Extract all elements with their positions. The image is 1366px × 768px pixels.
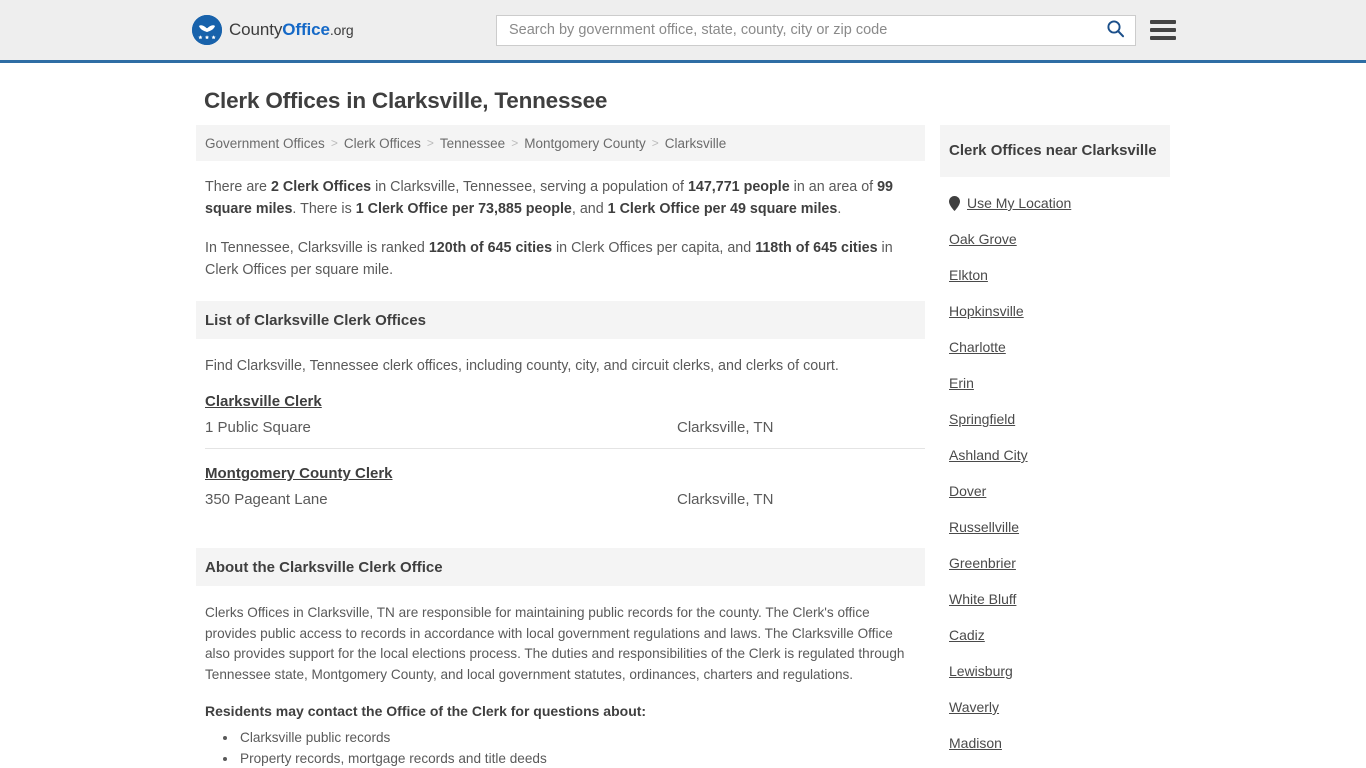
breadcrumb: Government Offices > Clerk Offices > Ten… (196, 125, 925, 161)
nearby-city-link[interactable]: Lewisburg (949, 663, 1013, 679)
sidebar-item-lewisburg[interactable]: Lewisburg (940, 653, 1170, 689)
about-section-heading: About the Clarksville Clerk Office (196, 548, 925, 586)
sidebar-item-ashland-city[interactable]: Ashland City (940, 437, 1170, 473)
search-button[interactable] (1104, 19, 1127, 41)
stat-text: in Clarksville, Tennessee, serving a pop… (371, 179, 688, 195)
breadcrumb-separator: > (330, 136, 338, 150)
stat-text: . (837, 201, 842, 217)
nearby-offices-sidebar: Clerk Offices near Clarksville Use My Lo… (940, 125, 1170, 761)
sidebar-item-oak-grove[interactable]: Oak Grove (940, 221, 1170, 257)
breadcrumb-separator: > (426, 136, 434, 150)
stat-text: In Tennessee, Clarksville is ranked (205, 240, 429, 256)
office-name-link-clarksville-clerk[interactable]: Clarksville Clerk (205, 393, 322, 410)
search-icon (1106, 19, 1125, 41)
office-list-item[interactable]: Clarksville Clerk 1 Public Square Clarks… (205, 377, 925, 449)
search-input[interactable] (507, 15, 1104, 45)
sidebar-item-charlotte[interactable]: Charlotte (940, 329, 1170, 365)
logo-wordmark: CountyOffice.org (229, 20, 354, 40)
map-pin-icon (949, 195, 960, 211)
list-item: Clarksville public records (238, 727, 925, 748)
nearby-city-link[interactable]: Madison (949, 735, 1002, 751)
breadcrumb-item-tennessee[interactable]: Tennessee (440, 136, 505, 151)
stat-rank-per-sq-mile: 118th of 645 cities (755, 240, 878, 256)
breadcrumb-separator: > (511, 136, 519, 150)
stat-office-count: 2 Clerk Offices (270, 179, 372, 195)
hamburger-menu-icon[interactable] (1150, 20, 1176, 40)
sidebar-item-russellville[interactable]: Russellville (940, 509, 1170, 545)
stat-rank-per-capita: 120th of 645 cities (428, 240, 553, 256)
about-topics-list: Clarksville public records Property reco… (196, 727, 925, 768)
sidebar-item-use-my-location[interactable]: Use My Location (940, 185, 1170, 221)
stat-text: in an area of (789, 179, 878, 195)
sidebar-item-greenbrier[interactable]: Greenbrier (940, 545, 1170, 581)
nearby-city-link[interactable]: Hopkinsville (949, 303, 1024, 319)
stat-text: . There is (292, 201, 356, 217)
sidebar-item-cadiz[interactable]: Cadiz (940, 617, 1170, 653)
stat-text: There are (205, 179, 271, 195)
page-title: Clerk Offices in Clarksville, Tennessee (204, 88, 608, 113)
sidebar-item-white-bluff[interactable]: White Bluff (940, 581, 1170, 617)
stat-per-people: 1 Clerk Office per 73,885 people (355, 201, 572, 217)
residents-contact-line: Residents may contact the Office of the … (205, 703, 647, 719)
statistics-paragraph-ranking: In Tennessee, Clarksville is ranked 120t… (205, 237, 917, 281)
hamburger-bar (1150, 36, 1176, 40)
nearby-city-link[interactable]: Springfield (949, 411, 1015, 427)
nearby-city-link[interactable]: Ashland City (949, 447, 1028, 463)
main-content: Government Offices > Clerk Offices > Ten… (196, 125, 925, 768)
about-paragraph: Clerks Offices in Clarksville, TN are re… (205, 605, 905, 682)
office-city-state: Clarksville, TN (677, 419, 774, 436)
nearby-city-link[interactable]: Dover (949, 483, 986, 499)
sidebar-item-dover[interactable]: Dover (940, 473, 1170, 509)
stat-text: , and (571, 201, 608, 217)
nearby-city-link[interactable]: Erin (949, 375, 974, 391)
sidebar-heading: Clerk Offices near Clarksville (940, 125, 1170, 177)
use-my-location-link[interactable]: Use My Location (967, 195, 1071, 211)
office-list-item[interactable]: Montgomery County Clerk 350 Pageant Lane… (205, 449, 925, 520)
nearby-city-link[interactable]: Elkton (949, 267, 988, 283)
statistics-paragraph-counts: There are 2 Clerk Offices in Clarksville… (205, 176, 917, 220)
breadcrumb-item-clarksville[interactable]: Clarksville (665, 136, 727, 151)
office-address: 350 Pageant Lane (205, 491, 328, 508)
nearby-city-link[interactable]: Cadiz (949, 627, 985, 643)
logo-text-county: County (229, 20, 283, 39)
sidebar-link-list: Use My Location Oak Grove Elkton Hopkins… (940, 185, 1170, 761)
office-address: 1 Public Square (205, 419, 311, 436)
breadcrumb-item-montgomery-county[interactable]: Montgomery County (524, 136, 646, 151)
sidebar-item-madison[interactable]: Madison (940, 725, 1170, 761)
nearby-city-link[interactable]: Russellville (949, 519, 1019, 535)
breadcrumb-item-government-offices[interactable]: Government Offices (205, 136, 325, 151)
site-header: CountyOffice.org (0, 0, 1366, 63)
nearby-city-link[interactable]: Greenbrier (949, 555, 1016, 571)
hamburger-bar (1150, 20, 1176, 24)
nearby-city-link[interactable]: White Bluff (949, 591, 1016, 607)
logo-text-org: .org (329, 22, 354, 38)
nearby-city-link[interactable]: Oak Grove (949, 231, 1017, 247)
eagle-shield-icon (192, 15, 222, 45)
office-city-state: Clarksville, TN (677, 491, 774, 508)
sidebar-item-erin[interactable]: Erin (940, 365, 1170, 401)
stat-per-area: 1 Clerk Office per 49 square miles (607, 201, 838, 217)
sidebar-item-springfield[interactable]: Springfield (940, 401, 1170, 437)
nearby-city-link[interactable]: Charlotte (949, 339, 1006, 355)
stat-population: 147,771 people (687, 179, 790, 195)
sidebar-item-hopkinsville[interactable]: Hopkinsville (940, 293, 1170, 329)
sidebar-item-elkton[interactable]: Elkton (940, 257, 1170, 293)
list-section-intro: Find Clarksville, Tennessee clerk office… (205, 358, 839, 374)
stat-text: in Clerk Offices per capita, and (552, 240, 756, 256)
breadcrumb-item-clerk-offices[interactable]: Clerk Offices (344, 136, 421, 151)
list-section-heading: List of Clarksville Clerk Offices (196, 301, 925, 339)
office-name-link-montgomery-county-clerk[interactable]: Montgomery County Clerk (205, 465, 393, 482)
breadcrumb-separator: > (651, 136, 659, 150)
hamburger-bar (1150, 28, 1176, 32)
logo-text-office: Office (282, 20, 330, 39)
nearby-city-link[interactable]: Waverly (949, 699, 999, 715)
site-logo[interactable]: CountyOffice.org (192, 15, 354, 45)
sidebar-item-waverly[interactable]: Waverly (940, 689, 1170, 725)
search-bar[interactable] (496, 14, 1136, 46)
list-item: Property records, mortgage records and t… (238, 748, 925, 768)
